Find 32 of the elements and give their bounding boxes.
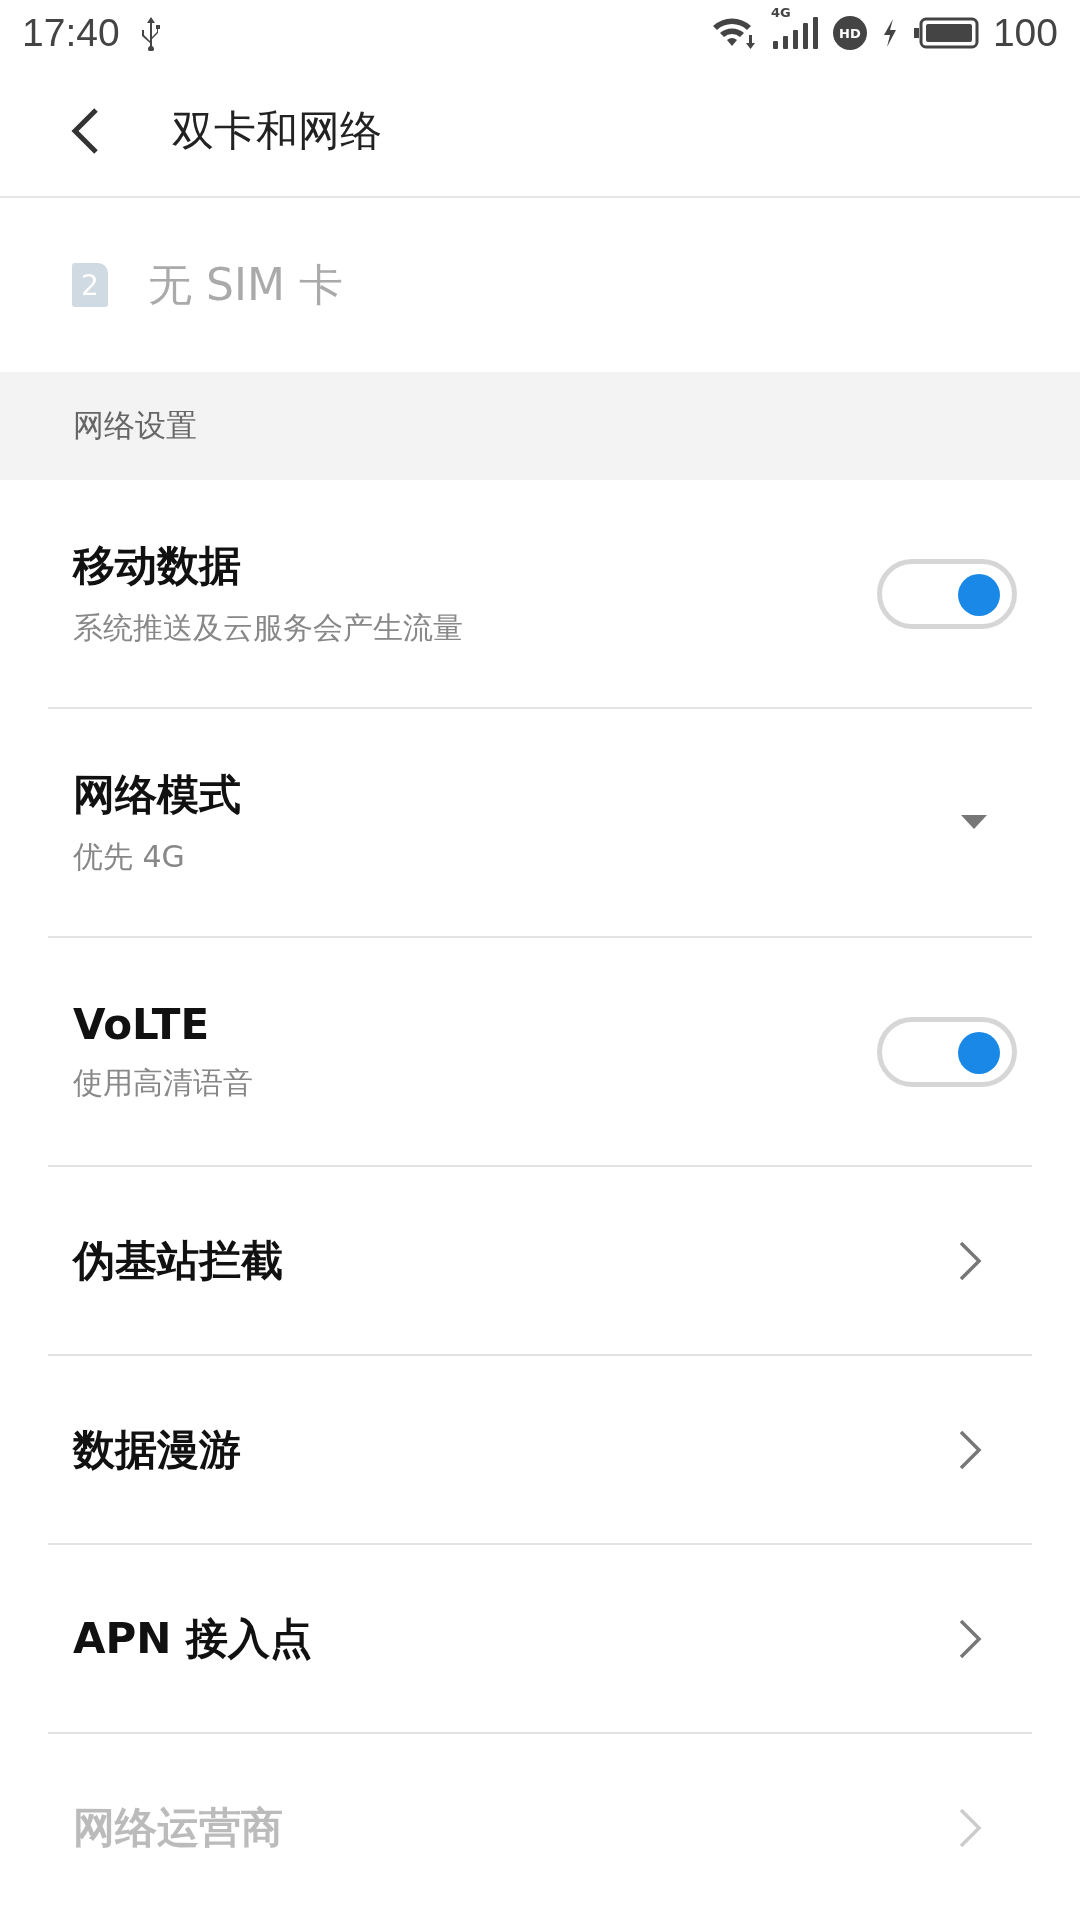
network-type-label: 4G: [770, 5, 791, 20]
back-icon[interactable]: [70, 107, 100, 155]
signal-icon: [770, 15, 819, 51]
item-title: 伪基站拦截: [73, 1234, 284, 1287]
chevron-right-icon: [958, 1428, 982, 1471]
clock-time: 17:40: [22, 11, 120, 55]
settings-item[interactable]: 网络模式 优先 4G: [48, 709, 1032, 938]
item-title: 网络模式: [73, 769, 242, 821]
settings-item[interactable]: 移动数据 系统推送及云服务会产生流量: [48, 480, 1032, 709]
dropdown-caret-icon[interactable]: [961, 814, 987, 831]
item-subtitle: 使用高清语音: [73, 1063, 254, 1102]
chevron-right-icon: [958, 1617, 982, 1660]
settings-item[interactable]: APN 接入点: [48, 1545, 1032, 1734]
usb-icon: [139, 15, 162, 51]
chevron-right-icon: [958, 1239, 982, 1282]
chevron-right-icon: [958, 1806, 982, 1849]
sim-status: 无 SIM 卡: [148, 257, 343, 312]
settings-item[interactable]: 数据漫游: [48, 1356, 1032, 1545]
battery-level: 100: [992, 11, 1058, 55]
battery-icon: [912, 16, 979, 50]
hd-voice-icon: HD: [832, 16, 867, 50]
item-subtitle: 系统推送及云服务会产生流量: [73, 609, 464, 647]
settings-item[interactable]: 伪基站拦截: [48, 1167, 1032, 1356]
item-subtitle: 优先 4G: [73, 838, 186, 876]
item-title: 数据漫游: [73, 1423, 242, 1476]
item-title: APN 接入点: [73, 1612, 314, 1665]
settings-item[interactable]: VoLTE 使用高清语音: [48, 938, 1032, 1167]
item-title: 移动数据: [73, 540, 242, 592]
item-title: 网络运营商: [73, 1801, 284, 1854]
page-title: 双卡和网络: [172, 105, 382, 157]
item-title: VoLTE: [73, 999, 211, 1049]
section-header: 网络设置: [0, 372, 1080, 480]
